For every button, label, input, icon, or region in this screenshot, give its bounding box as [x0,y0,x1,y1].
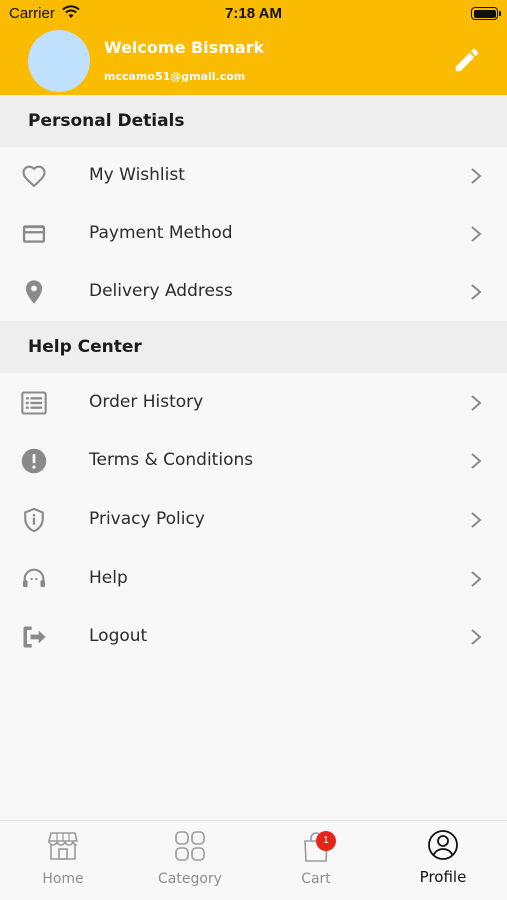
menu-item-logout[interactable]: Logout [0,607,507,665]
edit-pencil-icon[interactable] [452,45,482,75]
chevron-right-icon [471,226,482,242]
bottom-tab-bar: Home Category 1 Cart Profile [0,820,507,900]
tab-label: Profile [419,868,467,886]
tab-label: Cart [301,871,331,887]
status-time: 7:18 AM [225,5,282,22]
avatar[interactable] [28,30,90,92]
chevron-right-icon [471,571,482,587]
menu-item-label: Privacy Policy [89,509,205,529]
tab-profile[interactable]: Profile [380,821,506,900]
user-email: mccamo51@gmail.com [104,70,246,83]
chevron-right-icon [471,284,482,300]
menu-item-label: My Wishlist [89,165,185,185]
alert-icon [21,448,47,474]
menu-item-order-history[interactable]: Order History [0,373,507,431]
menu-item-label: Terms & Conditions [89,450,254,470]
tab-category[interactable]: Category [127,821,253,900]
menu-item-terms-conditions[interactable]: Terms & Conditions [0,431,507,489]
profile-header: Carrier 7:18 AM Welcome Bismark mccamo51… [0,0,507,95]
menu-item-help[interactable]: Help [0,549,507,607]
grid-icon [175,831,205,861]
chevron-right-icon [471,453,482,469]
menu-item-my-wishlist[interactable]: My Wishlist [0,146,507,204]
headset-icon [22,568,46,588]
cart-badge: 1 [316,831,336,851]
menu-item-delivery-address[interactable]: Delivery Address [0,262,507,320]
menu-item-label: Delivery Address [89,281,233,301]
chevron-right-icon [471,168,482,184]
credit-card-icon [22,225,46,243]
heart-icon [22,165,46,188]
section-header-help-center: Help Center [0,321,507,373]
list-icon [21,391,47,415]
tab-label: Home [42,871,84,887]
section-header-personal-details: Personal Detials [0,95,507,147]
battery-icon [471,7,501,20]
menu-item-privacy-policy[interactable]: Privacy Policy [0,490,507,548]
tab-home[interactable]: Home [0,821,126,900]
user-circle-icon [428,830,458,860]
menu-item-label: Help [89,568,128,588]
chevron-right-icon [471,629,482,645]
chevron-right-icon [471,395,482,411]
tab-label: Category [158,871,222,887]
welcome-text: Welcome Bismark [104,38,265,57]
chevron-right-icon [471,512,482,528]
tab-cart[interactable]: 1 Cart [253,821,379,900]
shield-icon [24,507,44,533]
store-icon [47,832,79,860]
menu-item-label: Payment Method [89,223,233,243]
menu-item-label: Order History [89,392,204,412]
menu-item-payment-method[interactable]: Payment Method [0,204,507,262]
location-pin-icon [25,280,43,304]
logout-icon [23,626,46,648]
menu-item-label: Logout [89,626,148,646]
status-bar: Carrier 7:18 AM [0,0,507,28]
